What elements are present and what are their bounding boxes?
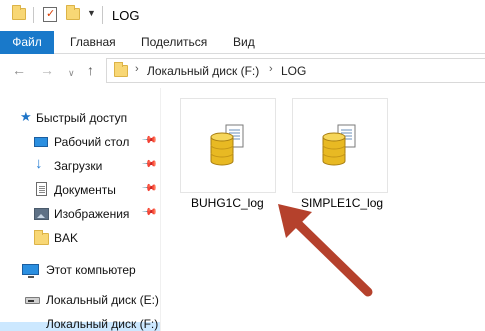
computer-icon — [22, 264, 39, 278]
title-bar: ✓ ▼ LOG — [0, 0, 485, 31]
sidebar-item-label: BAK — [54, 231, 79, 245]
breadcrumb-separator[interactable]: › — [269, 63, 273, 75]
up-arrow-icon[interactable]: ↑ — [87, 62, 94, 78]
sidebar-item-downloads[interactable]: ↓ Загрузки 📌 — [0, 154, 160, 178]
navigation-bar: ← → ∨ ↑ › Локальный диск (F:) › LOG — [0, 54, 485, 88]
file-tile[interactable] — [180, 98, 276, 193]
pin-icon[interactable]: 📌 — [141, 156, 158, 173]
sidebar-item-label: Локальный диск (F:) — [46, 317, 159, 331]
tab-file[interactable]: Файл — [0, 31, 54, 54]
ribbon-tabs: Файл Главная Поделиться Вид — [0, 31, 485, 54]
file-name-label[interactable]: BUHG1C_log — [191, 196, 264, 210]
new-folder-icon[interactable] — [66, 5, 80, 20]
pin-icon[interactable]: 📌 — [141, 204, 158, 221]
breadcrumb-drive-f[interactable]: Локальный диск (F:) — [147, 64, 259, 78]
tab-share[interactable]: Поделиться — [141, 31, 207, 54]
file-tile[interactable] — [292, 98, 388, 193]
sidebar-item-bak[interactable]: BAK — [0, 226, 160, 250]
sidebar-item-label: Загрузки — [54, 159, 103, 173]
sidebar-item-desktop[interactable]: Рабочий стол 📌 — [0, 130, 160, 154]
pictures-icon — [34, 208, 49, 220]
forward-arrow-icon[interactable]: → — [40, 62, 54, 78]
sidebar-item-drive-f[interactable]: Локальный диск (F:) — [0, 317, 160, 331]
properties-icon[interactable]: ✓ — [43, 7, 57, 22]
documents-icon — [36, 182, 47, 196]
database-icon — [322, 124, 356, 166]
pin-icon[interactable]: 📌 — [141, 132, 158, 149]
sidebar-item-label: Изображения — [54, 207, 130, 221]
navigation-pane: ★ Быстрый доступ Рабочий стол 📌 ↓ Загруз… — [0, 88, 160, 331]
recent-locations-chevron-icon[interactable]: ∨ — [68, 65, 75, 81]
sidebar-item-label: Рабочий стол — [54, 135, 130, 149]
star-icon: ★ — [20, 109, 32, 124]
breadcrumb-separator[interactable]: › — [135, 63, 139, 75]
folder-icon — [114, 62, 128, 77]
back-arrow-icon[interactable]: ← — [12, 62, 26, 78]
toolbar-separator — [33, 7, 34, 23]
database-icon — [210, 124, 244, 166]
pane-divider — [160, 88, 161, 331]
sidebar-item-this-pc[interactable]: Этот компьютер — [0, 258, 160, 282]
breadcrumb-log[interactable]: LOG — [281, 64, 306, 78]
sidebar-item-drive-e[interactable]: Локальный диск (E:) — [0, 288, 160, 312]
download-icon: ↓ — [35, 155, 43, 172]
tab-view[interactable]: Вид — [233, 31, 255, 54]
tab-home[interactable]: Главная — [70, 31, 116, 54]
qat-dropdown-icon[interactable]: ▼ — [87, 8, 96, 18]
sidebar-item-quick-access[interactable]: ★ Быстрый доступ — [0, 106, 160, 130]
annotation-arrow-icon — [278, 204, 373, 297]
sidebar-item-label: Документы — [54, 183, 116, 197]
pin-icon[interactable]: 📌 — [141, 180, 158, 197]
folder-icon — [34, 230, 49, 245]
window-title: LOG — [112, 8, 140, 23]
sidebar-item-pictures[interactable]: Изображения 📌 — [0, 202, 160, 226]
sidebar-item-label: Быстрый доступ — [36, 111, 128, 125]
desktop-icon — [34, 137, 48, 147]
sidebar-item-label: Этот компьютер — [46, 263, 136, 277]
title-separator — [102, 6, 103, 24]
drive-icon — [25, 297, 40, 304]
sidebar-item-label: Локальный диск (E:) — [46, 293, 159, 307]
folder-icon — [12, 5, 26, 20]
sidebar-item-documents[interactable]: Документы 📌 — [0, 178, 160, 202]
address-bar[interactable]: › Локальный диск (F:) › LOG — [106, 58, 485, 83]
